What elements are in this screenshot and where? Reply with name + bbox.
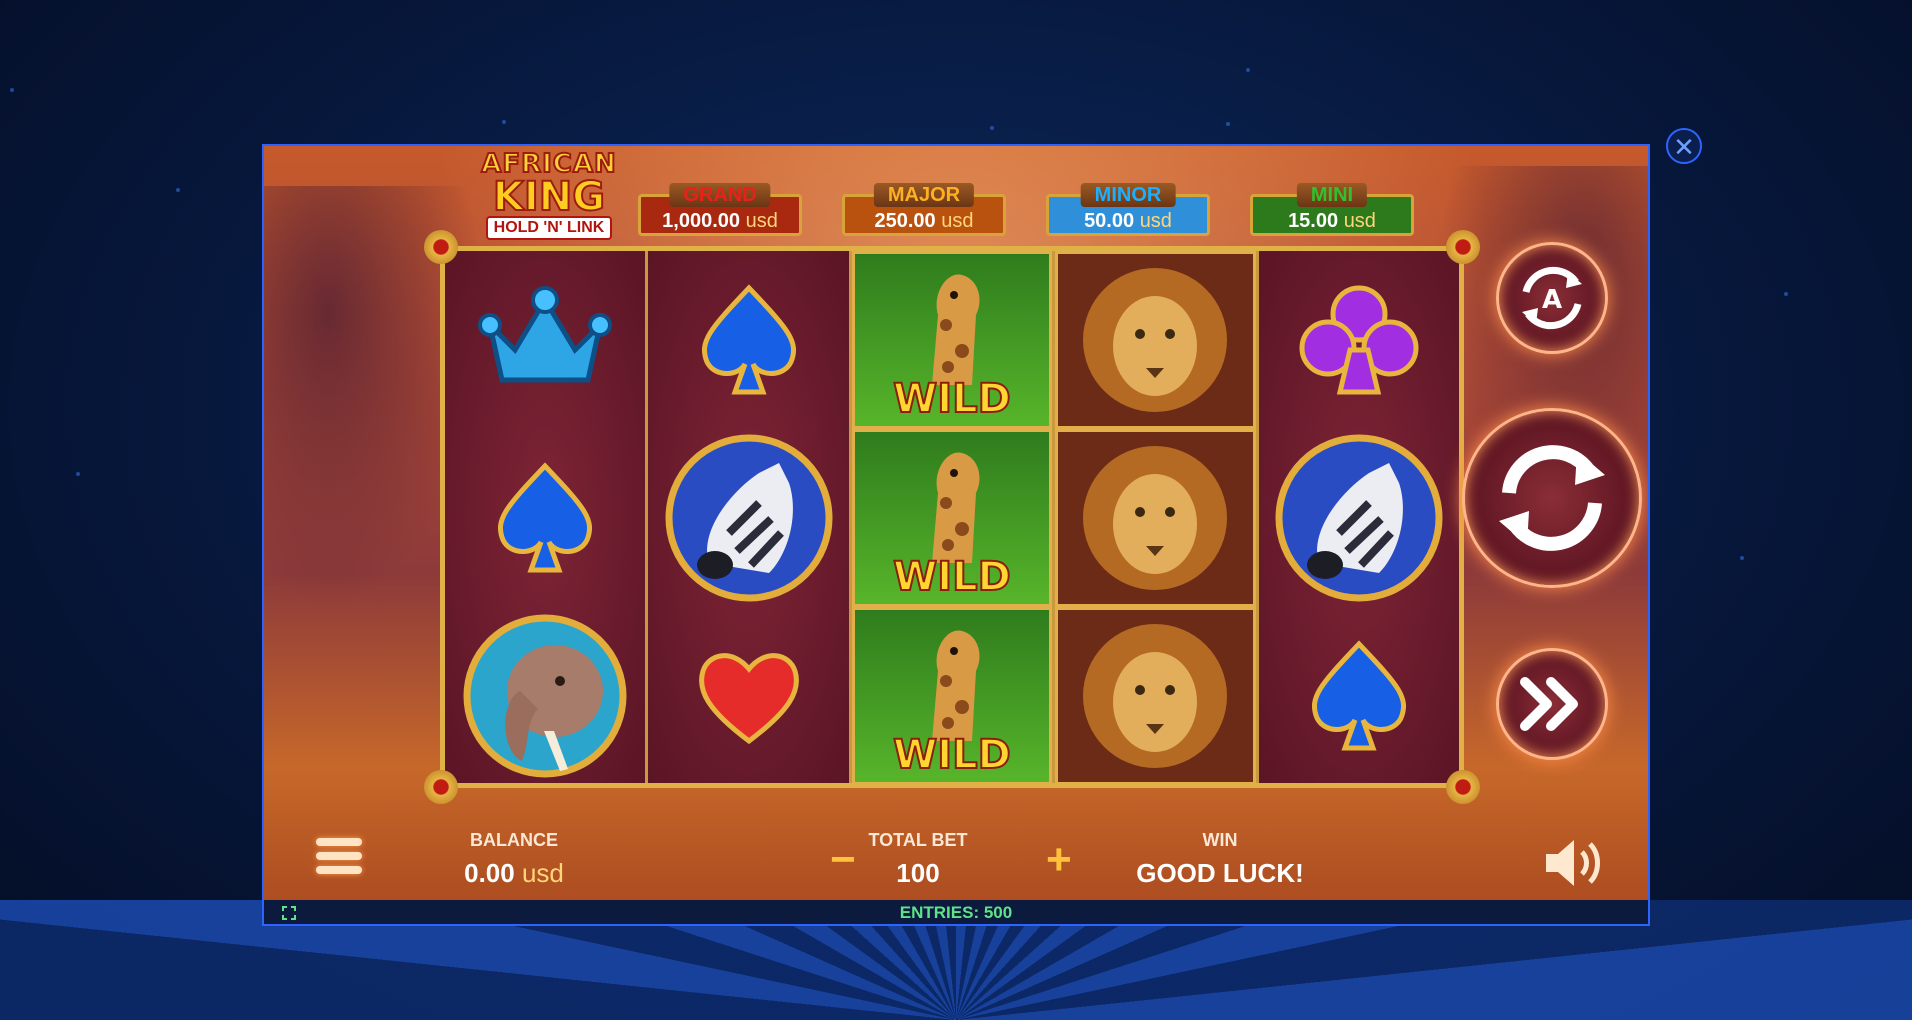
zebra-symbol (1259, 429, 1459, 607)
heart-symbol (648, 607, 848, 785)
reel-corner-ornament (1446, 230, 1480, 264)
crown-icon (478, 286, 613, 383)
entries-text: ENTRIES: 500 (899, 903, 1013, 922)
star-dot (502, 120, 506, 124)
heart-icon (698, 653, 799, 745)
reel-5 (1258, 251, 1460, 785)
close-button[interactable]: ✕ (1666, 128, 1702, 164)
lion-symbol (1055, 429, 1256, 607)
spade-icon (701, 284, 796, 395)
autoplay-icon: A (1522, 266, 1582, 330)
crown-symbol (445, 251, 645, 429)
spade-symbol (445, 429, 645, 607)
spade-symbol (1259, 607, 1459, 785)
jackpot-minor: MINOR 50.00 usd (1046, 183, 1210, 236)
jackpot-grand-value: 1,000.00 usd (662, 210, 778, 232)
spin-button[interactable] (1462, 408, 1642, 588)
reel-corner-ornament (424, 770, 458, 804)
sound-button[interactable] (1542, 836, 1606, 890)
win-value: GOOD LUCK! (1136, 858, 1304, 888)
jackpot-grand-label: GRAND (669, 183, 771, 207)
lion-icon (1083, 624, 1228, 768)
entries-bar: ENTRIES: 500 (264, 900, 1648, 924)
menu-button[interactable] (316, 838, 362, 882)
spade-symbol (648, 251, 848, 429)
giraffe-icon (932, 452, 980, 563)
zebra-symbol (648, 429, 848, 607)
wild-label: WILD (892, 731, 1012, 779)
jackpot-major: MAJOR 250.00 usd (842, 183, 1006, 236)
zebra-icon (665, 434, 833, 602)
star-dot (1740, 556, 1744, 560)
wild-giraffe-symbol: WILD (851, 251, 1053, 429)
total-bet-value: 100 (896, 858, 940, 888)
jackpot-minor-label: MINOR (1080, 183, 1176, 207)
spade-icon (1311, 640, 1406, 751)
lion-icon (1083, 446, 1228, 590)
balance-label: BALANCE (470, 830, 558, 850)
jackpot-mini-value: 15.00 usd (1288, 210, 1376, 232)
menu-bar (316, 852, 362, 860)
svg-text:A: A (1542, 285, 1562, 315)
total-bet-label: TOTAL BET (868, 830, 968, 850)
star-dot (990, 126, 994, 130)
star-dot (1226, 122, 1230, 126)
logo-line-2: KING (492, 174, 606, 220)
reel-3: WILD WILD WILD (851, 251, 1056, 785)
balance-value: 0.00 usd (464, 858, 564, 888)
jackpot-mini-label: MINI (1296, 183, 1368, 207)
close-icon: ✕ (1673, 132, 1695, 162)
reel-grid: WILD WILD WILD (440, 246, 1464, 788)
elephant-symbol (445, 607, 645, 785)
spin-icon (1499, 445, 1605, 551)
lion-symbol (1055, 607, 1256, 785)
reel-corner-ornament (1446, 770, 1480, 804)
giraffe-icon (932, 630, 980, 741)
menu-bar (316, 838, 362, 846)
turbo-button[interactable] (1496, 648, 1608, 760)
game-logo: AFRICAN KING HOLD 'N' LINK (469, 149, 629, 242)
reel-corner-ornament (424, 230, 458, 264)
jackpot-minor-value: 50.00 usd (1084, 210, 1172, 232)
star-dot (10, 88, 14, 92)
club-symbol (1259, 251, 1459, 429)
reel-1 (445, 251, 649, 785)
wild-giraffe-symbol: WILD (851, 607, 1053, 785)
increase-bet-button[interactable]: + (1046, 838, 1072, 882)
giraffe-icon (932, 274, 980, 385)
star-dot (176, 188, 180, 192)
logo-line-3: HOLD 'N' LINK (485, 216, 613, 240)
wild-giraffe-symbol: WILD (851, 429, 1053, 607)
reel-4 (1055, 251, 1259, 785)
autoplay-button[interactable]: A (1496, 242, 1608, 354)
jackpot-grand: GRAND 1,000.00 usd (638, 183, 802, 236)
star-dot (1246, 68, 1250, 72)
star-dot (1784, 292, 1788, 296)
game-frame: AFRICAN KING HOLD 'N' LINK GRAND 1,000.0… (262, 144, 1650, 926)
zebra-icon (1275, 434, 1443, 602)
fast-forward-icon (1520, 677, 1578, 731)
lion-symbol (1055, 251, 1256, 429)
menu-bar (316, 866, 362, 874)
win-label: WIN (1202, 830, 1238, 850)
jackpot-mini: MINI 15.00 usd (1250, 183, 1414, 236)
fullscreen-icon[interactable] (282, 906, 296, 920)
star-dot (76, 472, 80, 476)
wild-label: WILD (892, 553, 1012, 601)
jackpot-major-label: MAJOR (873, 183, 975, 207)
lion-icon (1083, 268, 1228, 412)
jackpot-major-value: 250.00 usd (874, 210, 974, 232)
club-icon (1299, 285, 1419, 395)
elephant-icon (463, 614, 627, 778)
spade-icon (498, 462, 593, 573)
reel-2 (648, 251, 852, 785)
wild-label: WILD (892, 375, 1012, 423)
